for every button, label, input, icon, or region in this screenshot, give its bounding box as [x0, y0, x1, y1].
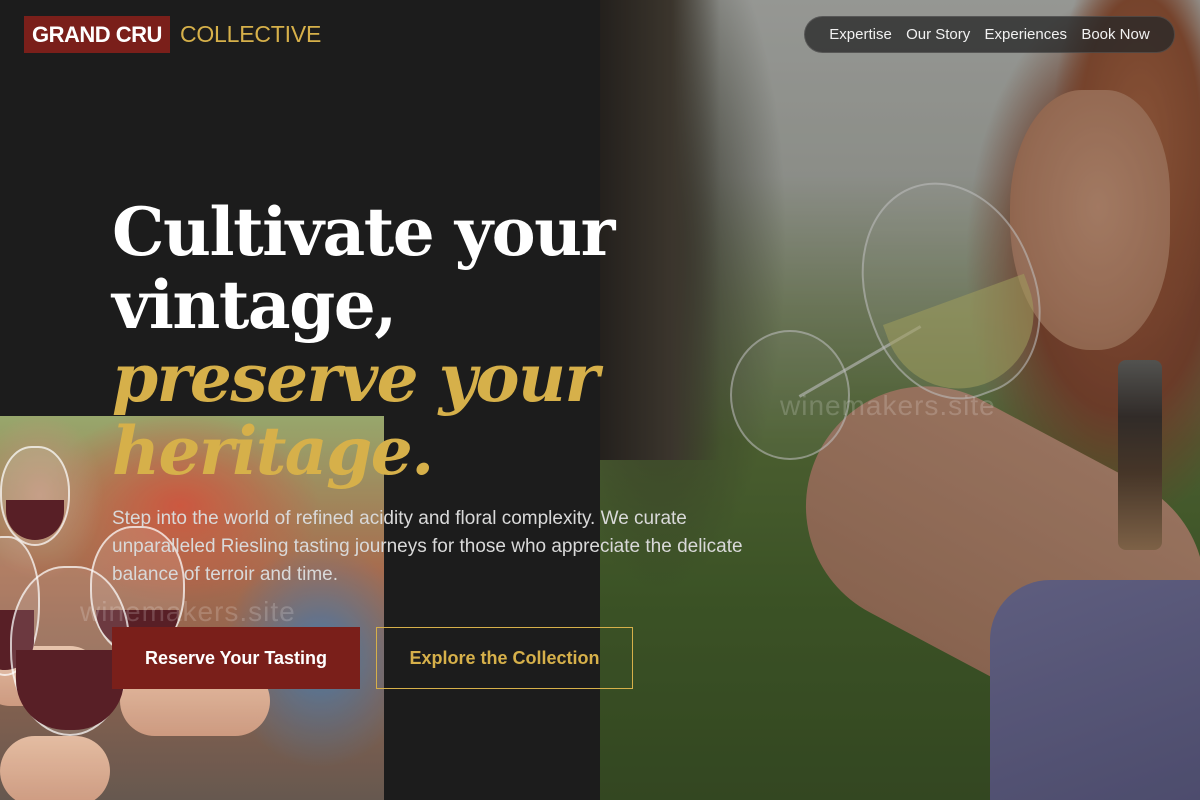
logo-name: COLLECTIVE: [179, 21, 322, 47]
woman-sipping-wine-photo: [600, 0, 1200, 800]
nav-link-expertise[interactable]: Expertise: [829, 26, 892, 43]
headline-line-2: vintage,: [112, 266, 397, 344]
logo-badge: GRAND CRU: [24, 16, 170, 53]
nav-link-experiences[interactable]: Experiences: [985, 26, 1068, 43]
main-nav: Expertise Our Story Experiences Book Now: [804, 16, 1175, 53]
nav-link-our-story[interactable]: Our Story: [906, 26, 970, 43]
reserve-tasting-button[interactable]: Reserve Your Tasting: [112, 627, 360, 689]
headline-italic-1: preserve your: [112, 339, 599, 417]
hero-subcopy: Step into the world of refined acidity a…: [112, 508, 743, 585]
brand-logo[interactable]: GRAND CRU COLLECTIVE: [24, 16, 321, 53]
headline-italic-2: heritage.: [112, 412, 434, 490]
headline-line-1: Cultivate your: [112, 193, 615, 271]
explore-collection-button[interactable]: Explore the Collection: [376, 627, 633, 689]
nav-link-book-now[interactable]: Book Now: [1081, 26, 1149, 43]
hero-headline: Cultivate your vintage, preserve your he…: [112, 196, 672, 488]
